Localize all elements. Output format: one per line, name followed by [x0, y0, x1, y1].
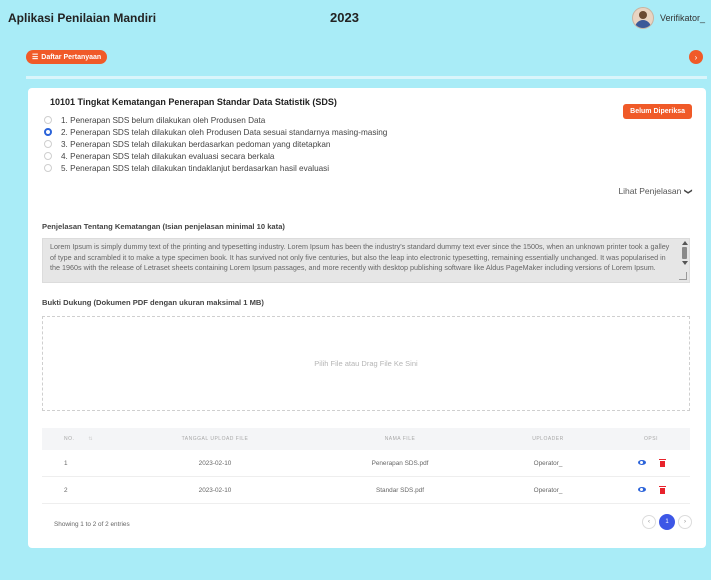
table-header: NO. ⇅ TANGGAL UPLOAD FILE NAMA FILE UPLOA…: [42, 428, 690, 450]
col-opsi-label: OPSI: [644, 436, 658, 442]
option-5[interactable]: 5. Penerapan SDS telah dilakukan tindakl…: [44, 162, 387, 174]
sort-icon: ⇅: [88, 436, 94, 442]
col-nama[interactable]: NAMA FILE: [316, 436, 484, 442]
cell-nama: Standar SDS.pdf: [376, 486, 424, 494]
col-tanggal[interactable]: TANGGAL UPLOAD FILE: [114, 436, 316, 442]
avatar-icon[interactable]: [631, 7, 654, 29]
radio-option-1[interactable]: [44, 116, 52, 124]
table-row: 1 2023-02-10 Penerapan SDS.pdf Operator_: [42, 450, 690, 477]
question-card: 10101 Tingkat Kematangan Penerapan Stand…: [28, 88, 706, 548]
col-no[interactable]: NO. ⇅: [42, 436, 114, 442]
toolbar: ☰ Daftar Pertanyaan ›: [0, 38, 711, 74]
file-table: NO. ⇅ TANGGAL UPLOAD FILE NAMA FILE UPLOA…: [42, 428, 690, 504]
cell-no: 2: [64, 486, 68, 494]
list-icon: ☰: [32, 54, 39, 61]
cell-opsi: [612, 458, 690, 467]
col-no-label: NO.: [64, 436, 75, 442]
daftar-pertanyaan-label: Daftar Pertanyaan: [41, 53, 102, 61]
option-3-label: 3. Penerapan SDS telah dilakukan berdasa…: [61, 139, 331, 149]
trash-icon[interactable]: [658, 458, 666, 467]
penjelasan-textarea[interactable]: Lorem Ipsum is simply dummy text of the …: [42, 238, 690, 283]
option-2-label: 2. Penerapan SDS telah dilakukan oleh Pr…: [61, 127, 388, 137]
bukti-dukung-label: Bukti Dukung (Dokumen PDF dengan ukuran …: [42, 298, 264, 307]
eye-icon[interactable]: [637, 459, 646, 465]
radio-option-5[interactable]: [44, 164, 52, 172]
user-name[interactable]: Verifikator_: [660, 13, 705, 23]
showing-entries: Showing 1 to 2 of 2 entries: [54, 521, 130, 528]
col-opsi: OPSI: [612, 436, 690, 442]
option-4[interactable]: 4. Penerapan SDS telah dilakukan evaluas…: [44, 150, 387, 162]
eye-icon[interactable]: [637, 486, 646, 492]
col-nama-label: NAMA FILE: [384, 436, 416, 442]
table-row: 2 2023-02-10 Standar SDS.pdf Operator_: [42, 477, 690, 504]
prev-page-button[interactable]: ‹: [642, 515, 656, 529]
chevron-right-icon: ›: [694, 52, 698, 62]
trash-icon[interactable]: [658, 485, 666, 494]
file-dropzone[interactable]: Pilih File atau Drag File Ke Sini: [42, 316, 690, 411]
resize-handle-icon[interactable]: [679, 272, 687, 280]
col-uploader[interactable]: UPLOADER: [484, 436, 612, 442]
status-badge: Belum Diperiksa: [623, 104, 692, 119]
radio-option-4[interactable]: [44, 152, 52, 160]
option-5-label: 5. Penerapan SDS telah dilakukan tindakl…: [61, 163, 330, 173]
cell-nama: Penerapan SDS.pdf: [371, 459, 429, 467]
question-title: 10101 Tingkat Kematangan Penerapan Stand…: [50, 97, 337, 107]
radio-option-2[interactable]: [44, 128, 52, 136]
pagination: ‹ 1 ›: [642, 514, 692, 530]
options-list: 1. Penerapan SDS belum dilakukan oleh Pr…: [44, 114, 387, 174]
penjelasan-text: Lorem Ipsum is simply dummy text of the …: [50, 242, 670, 272]
app-title: Aplikasi Penilaian Mandiri: [8, 11, 157, 25]
option-2[interactable]: 2. Penerapan SDS telah dilakukan oleh Pr…: [44, 126, 387, 138]
chevron-down-icon: ❯: [684, 187, 694, 195]
lihat-penjelasan-label: Lihat Penjelasan: [618, 186, 682, 196]
col-tanggal-label: TANGGAL UPLOAD FILE: [181, 436, 249, 442]
scroll-thumb[interactable]: [682, 247, 687, 259]
option-1[interactable]: 1. Penerapan SDS belum dilakukan oleh Pr…: [44, 114, 387, 126]
scroll-up-icon[interactable]: [681, 241, 688, 245]
daftar-pertanyaan-button[interactable]: ☰ Daftar Pertanyaan: [26, 50, 108, 64]
cell-tanggal: 2023-02-10: [198, 486, 232, 494]
next-button[interactable]: ›: [689, 50, 703, 64]
dropzone-text: Pilih File atau Drag File Ke Sini: [314, 359, 418, 368]
option-3[interactable]: 3. Penerapan SDS telah dilakukan berdasa…: [44, 138, 387, 150]
app-header: Aplikasi Penilaian Mandiri 2023 Verifika…: [0, 0, 711, 38]
user-menu[interactable]: Verifikator_: [631, 7, 705, 29]
penjelasan-label: Penjelasan Tentang Kematangan (Isian pen…: [42, 222, 285, 231]
option-1-label: 1. Penerapan SDS belum dilakukan oleh Pr…: [61, 115, 266, 125]
lihat-penjelasan-toggle[interactable]: Lihat Penjelasan ❯: [618, 186, 694, 196]
cell-uploader: Operator_: [533, 486, 563, 494]
scroll-down-icon[interactable]: [681, 261, 688, 265]
cell-tanggal: 2023-02-10: [198, 459, 232, 467]
col-uploader-label: UPLOADER: [532, 436, 564, 442]
radio-option-3[interactable]: [44, 140, 52, 148]
cell-opsi: [612, 485, 690, 494]
option-4-label: 4. Penerapan SDS telah dilakukan evaluas…: [61, 151, 275, 161]
cell-uploader: Operator_: [533, 459, 563, 467]
next-page-button[interactable]: ›: [678, 515, 692, 529]
year-label: 2023: [330, 10, 359, 25]
divider: [26, 76, 707, 79]
page-1-button[interactable]: 1: [659, 514, 675, 530]
cell-no: 1: [64, 459, 68, 467]
